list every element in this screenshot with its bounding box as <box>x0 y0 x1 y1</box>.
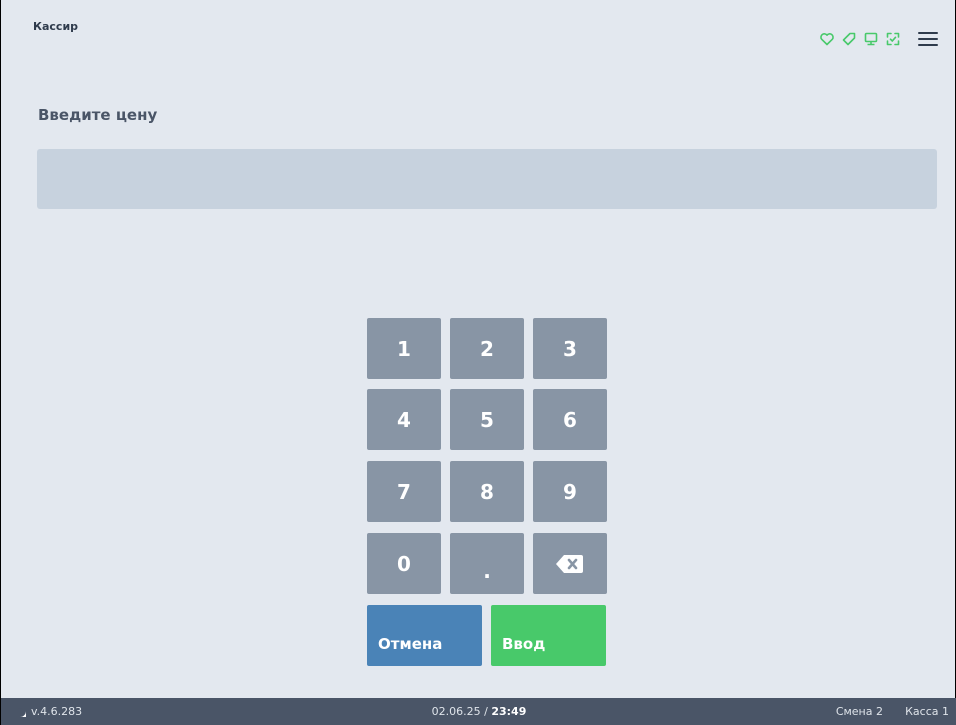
user-role-label: Кассир <box>33 20 79 33</box>
enter-button[interactable]: Ввод <box>491 605 606 666</box>
key-0[interactable]: 0 <box>367 533 441 594</box>
backspace-icon <box>556 554 583 573</box>
app-window: Кассир Введите цену 1 2 3 4 5 6 7 8 9 0 … <box>0 0 956 725</box>
current-time: 23:49 <box>491 705 527 718</box>
key-6[interactable]: 6 <box>533 389 607 450</box>
page-title: Введите цену <box>38 106 158 124</box>
key-5[interactable]: 5 <box>450 389 524 450</box>
header-toolbar <box>815 28 941 50</box>
scan-icon[interactable] <box>883 29 903 49</box>
monitor-icon[interactable] <box>861 29 881 49</box>
key-2[interactable]: 2 <box>450 318 524 379</box>
shift-label: Смена 2 <box>835 705 883 718</box>
heart-icon[interactable] <box>817 29 837 49</box>
status-bar: v.4.6.283 02.06.25 / 23:49 Смена 2 Касса… <box>1 698 956 725</box>
current-date: 02.06.25 / <box>431 705 488 718</box>
menu-icon[interactable] <box>915 28 941 50</box>
key-8[interactable]: 8 <box>450 461 524 522</box>
key-decimal-point[interactable]: . <box>450 533 524 594</box>
key-4[interactable]: 4 <box>367 389 441 450</box>
tag-icon[interactable] <box>839 29 859 49</box>
date-time: 02.06.25 / 23:49 <box>1 705 956 718</box>
backspace-key[interactable] <box>533 533 607 594</box>
key-3[interactable]: 3 <box>533 318 607 379</box>
key-7[interactable]: 7 <box>367 461 441 522</box>
price-input[interactable] <box>37 149 937 209</box>
register-label: Касса 1 <box>905 705 949 718</box>
key-9[interactable]: 9 <box>533 461 607 522</box>
cancel-button[interactable]: Отмена <box>367 605 482 666</box>
key-1[interactable]: 1 <box>367 318 441 379</box>
